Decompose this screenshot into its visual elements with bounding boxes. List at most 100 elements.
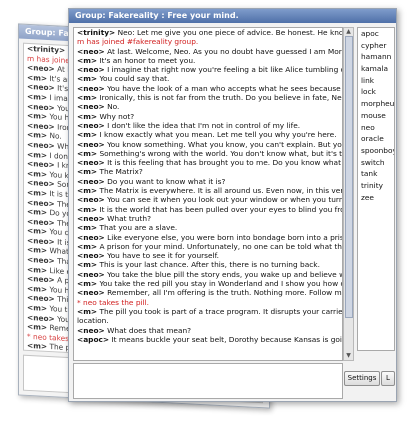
chat-text: You can see it when you look out your wi… (107, 195, 342, 205)
chat-nick[interactable]: <neo> (77, 47, 105, 56)
user-list-item[interactable]: mouse (358, 110, 394, 122)
user-list-item[interactable]: spoonboy (358, 145, 394, 157)
chat-line: <neo> You have the look of a man who acc… (74, 84, 342, 93)
chat-text: It is this feeling that has brought you … (107, 158, 342, 168)
chat-text: Something's wrong with the world. You do… (99, 148, 342, 158)
scroll-down-icon[interactable]: ▼ (344, 352, 353, 360)
settings-button[interactable]: Settings (344, 371, 380, 386)
user-list-item[interactable]: link (358, 75, 394, 87)
chat-nick[interactable]: <m> (27, 303, 47, 313)
chat-nick[interactable]: <m> (27, 322, 47, 332)
chat-nick[interactable]: <m> (77, 242, 97, 251)
chat-nick[interactable]: <m> (27, 73, 47, 83)
chat-nick[interactable]: <neo> (77, 233, 105, 242)
chat-line: <neo> No. (74, 102, 342, 111)
chat-nick[interactable]: <m> (77, 149, 97, 158)
chat-nick[interactable]: <m> (77, 93, 97, 102)
chat-nick[interactable]: <neo> (77, 140, 105, 149)
chat-text: This is your last chance. After this, th… (99, 260, 320, 270)
chat-nick[interactable]: <m> (77, 56, 97, 65)
user-list-item[interactable]: lock (358, 86, 394, 98)
chat-line: <neo> What truth? (74, 214, 342, 223)
chat-nick[interactable]: <m> (77, 279, 97, 288)
chat-nick[interactable]: <neo> (77, 84, 105, 93)
chat-nick[interactable]: <neo> (77, 326, 105, 335)
user-list-item[interactable]: kamala (358, 63, 394, 75)
chat-nick[interactable]: <m> (77, 167, 97, 176)
chat-nick[interactable]: <m> (27, 265, 47, 275)
chat-text: At last. Welcome, Neo. As you no doubt h… (107, 46, 342, 56)
chat-nick[interactable]: <m> (27, 245, 47, 255)
chat-text: It's an honor to meet you. (99, 55, 196, 65)
user-list-item[interactable]: neo (358, 122, 394, 134)
chat-text: I know exactly what you mean. Let me tel… (99, 130, 337, 140)
chat-nick[interactable]: <m> (77, 260, 97, 269)
chat-text: The pill you took is part of a trace pro… (99, 306, 342, 316)
user-list-item[interactable]: tank (358, 168, 394, 180)
user-list-item[interactable]: morpheus (358, 98, 394, 110)
chat-text: I don't like the idea that I'm not in co… (107, 120, 301, 130)
chat-line: <m> You take the red pill you stay in Wo… (74, 279, 342, 288)
chat-text: You could say that. (99, 74, 170, 84)
chat-nick[interactable]: <m> (27, 188, 47, 198)
chat-nick[interactable]: <neo> (77, 121, 105, 130)
chat-nick[interactable]: <m> (27, 284, 47, 294)
chat-text: A prison for your mind. Unfortunately, n… (99, 241, 342, 251)
user-list-item[interactable]: oracle (358, 133, 394, 145)
chat-window: Group: Fakereality : Free your mind. <tr… (68, 8, 397, 402)
chat-nick[interactable]: <m> (27, 207, 47, 217)
scroll-thumb[interactable] (345, 36, 353, 318)
chat-text: You take the blue pill the story ends, y… (107, 269, 342, 279)
chat-scrollbar[interactable]: ▲ ▼ (343, 27, 354, 361)
message-input[interactable] (73, 363, 343, 399)
user-list-item[interactable]: switch (358, 157, 394, 169)
chat-nick[interactable]: <neo> (77, 158, 105, 167)
chat-nick[interactable]: <neo> (77, 288, 105, 297)
chat-nick[interactable]: <neo> (77, 102, 105, 111)
chat-nick[interactable]: <m> (77, 223, 97, 232)
chat-nick[interactable]: <neo> (77, 270, 105, 279)
chat-nick[interactable]: <m> (77, 112, 97, 121)
chat-nick[interactable]: <neo> (77, 65, 105, 74)
chat-nick[interactable]: <m> (27, 111, 47, 121)
chat-nick[interactable]: <neo> (77, 214, 105, 223)
chat-nick[interactable]: <m> (27, 130, 47, 140)
l-button[interactable]: L (381, 371, 395, 386)
chat-line: <neo> You take the blue pill the story e… (74, 270, 342, 279)
chat-nick[interactable]: <m> (27, 169, 47, 179)
user-list-item[interactable]: apoc (358, 28, 394, 40)
chat-text: Why not? (99, 111, 135, 121)
scroll-up-icon[interactable]: ▲ (344, 28, 353, 36)
chat-line: <m> The pill you took is part of a trace… (74, 307, 342, 316)
chat-line: <m> Why not? (74, 112, 342, 121)
chat-nick[interactable]: <m> (27, 226, 47, 236)
chat-nick[interactable]: <m> (27, 341, 47, 351)
chat-nick[interactable]: <m> (77, 130, 97, 139)
user-list-item[interactable]: cypher (358, 40, 394, 52)
chat-nick[interactable]: <m> (77, 205, 97, 214)
chat-nick[interactable]: <neo> (77, 177, 105, 186)
chat-nick[interactable]: <m> (27, 92, 47, 102)
user-list-item[interactable]: trinity (358, 180, 394, 192)
chat-text: What does that mean? (107, 325, 192, 335)
chat-text: The Matrix is everywhere. It is all arou… (99, 186, 342, 196)
chat-line: <m> It's an honor to meet you. (74, 56, 342, 65)
chat-nick[interactable]: <neo> (77, 195, 105, 204)
chat-nick[interactable]: <m> (27, 149, 47, 159)
chat-nick[interactable]: <neo> (77, 251, 105, 260)
chat-line: <m> It is the world that has been pulled… (74, 205, 342, 214)
chat-line: <m> The Matrix? (74, 167, 342, 176)
chat-nick[interactable]: <trinity> (77, 28, 115, 37)
chat-nick[interactable]: <apoc> (77, 335, 109, 344)
user-list-item[interactable]: hamann (358, 51, 394, 63)
chat-text: Neo: Let me give you one piece of advice… (117, 28, 342, 37)
chat-text: It means buckle your seat belt, Dorothy … (111, 334, 342, 344)
chat-text: It is the world that has been pulled ove… (99, 204, 342, 214)
chat-text: Like everyone else, you were born into b… (107, 232, 342, 242)
user-list: apoc cypher hamann kamala link lock morpheus mo… (357, 27, 395, 351)
chat-text: You know something. What you know, you c… (107, 139, 342, 149)
user-list-item[interactable]: zee (358, 192, 394, 204)
chat-nick[interactable]: <m> (77, 186, 97, 195)
chat-nick[interactable]: <m> (77, 307, 97, 316)
chat-nick[interactable]: <m> (77, 74, 97, 83)
